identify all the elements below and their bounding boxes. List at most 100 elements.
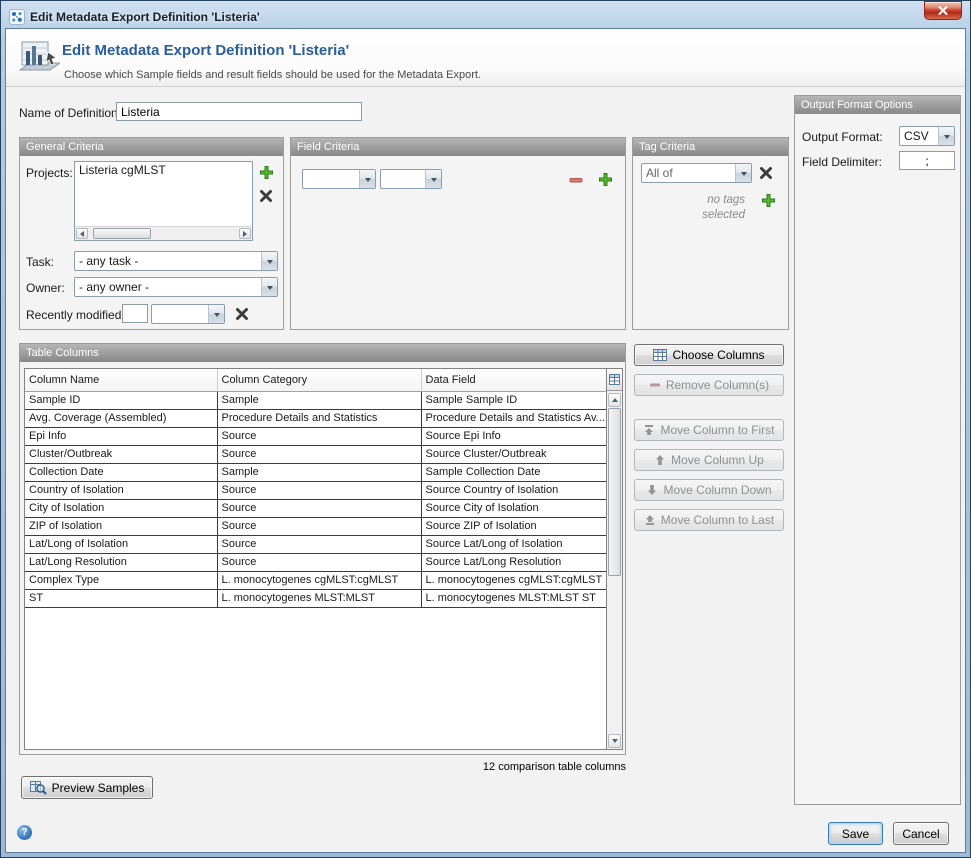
scroll-left-button[interactable] — [76, 228, 88, 239]
scroll-down-button[interactable] — [608, 734, 621, 748]
cell-data-field[interactable]: L. monocytogenes cgMLST:cgMLST ... — [421, 571, 606, 589]
table-row[interactable]: Avg. Coverage (Assembled)Procedure Detai… — [25, 409, 606, 427]
cell-column-category[interactable]: Source — [217, 535, 421, 553]
cell-column-category[interactable]: L. monocytogenes cgMLST:cgMLST — [217, 571, 421, 589]
move-column-first-button[interactable]: Move Column to First — [634, 419, 784, 441]
table-settings-button[interactable] — [607, 369, 622, 391]
scroll-up-button[interactable] — [608, 393, 621, 407]
close-button[interactable] — [924, 1, 962, 20]
cell-column-category[interactable]: Source — [217, 445, 421, 463]
preview-samples-button[interactable]: Preview Samples — [21, 776, 153, 799]
cell-column-category[interactable]: L. monocytogenes MLST:MLST — [217, 589, 421, 607]
cell-column-name[interactable]: ST — [25, 589, 217, 607]
field-delimiter-input[interactable] — [899, 151, 955, 170]
output-format-dropdown[interactable]: CSV — [899, 126, 955, 146]
cell-column-name[interactable]: Avg. Coverage (Assembled) — [25, 409, 217, 427]
scroll-thumb[interactable] — [93, 228, 151, 239]
help-button[interactable]: ? — [17, 825, 32, 840]
cell-column-name[interactable]: Collection Date — [25, 463, 217, 481]
table-row[interactable]: ZIP of IsolationSourceSource ZIP of Isol… — [25, 517, 606, 535]
cell-data-field[interactable]: Source Country of Isolation — [421, 481, 606, 499]
recently-modified-unit-dropdown[interactable] — [151, 304, 225, 324]
cell-column-category[interactable]: Source — [217, 427, 421, 445]
cell-data-field[interactable]: Sample Collection Date — [421, 463, 606, 481]
operator-dropdown[interactable] — [380, 169, 442, 189]
table-row[interactable]: Lat/Long ResolutionSourceSource Lat/Long… — [25, 553, 606, 571]
scroll-right-button[interactable] — [239, 228, 251, 239]
add-project-button[interactable] — [257, 163, 275, 181]
table-row[interactable]: Sample IDSampleSample Sample ID — [25, 391, 606, 409]
cell-data-field[interactable]: Source Lat/Long Resolution — [421, 553, 606, 571]
cell-data-field[interactable]: Source Epi Info — [421, 427, 606, 445]
cell-data-field[interactable]: Source Lat/Long of Isolation — [421, 535, 606, 553]
project-item[interactable]: Listeria cgMLST — [75, 162, 252, 178]
save-button[interactable]: Save — [828, 822, 883, 845]
tag-match-dropdown[interactable]: All of — [641, 163, 752, 183]
vertical-scrollbar[interactable] — [606, 369, 622, 749]
cell-column-name[interactable]: Cluster/Outbreak — [25, 445, 217, 463]
cell-column-name[interactable]: Lat/Long of Isolation — [25, 535, 217, 553]
arrow-down-icon — [646, 484, 658, 496]
cell-column-category[interactable]: Sample — [217, 463, 421, 481]
cell-data-field[interactable]: Source City of Isolation — [421, 499, 606, 517]
move-column-last-button[interactable]: Move Column to Last — [634, 509, 784, 531]
cell-column-name[interactable]: City of Isolation — [25, 499, 217, 517]
cell-column-category[interactable]: Source — [217, 499, 421, 517]
up-arrow-icon — [612, 395, 618, 402]
recently-modified-input[interactable] — [122, 304, 148, 323]
remove-project-button[interactable] — [257, 187, 275, 205]
table-row[interactable]: Complex TypeL. monocytogenes cgMLST:cgML… — [25, 571, 606, 589]
table-row[interactable]: Country of IsolationSourceSource Country… — [25, 481, 606, 499]
cell-column-name[interactable]: Country of Isolation — [25, 481, 217, 499]
choose-columns-button[interactable]: Choose Columns — [634, 344, 784, 366]
arrow-to-bottom-icon — [644, 514, 656, 526]
cell-data-field[interactable]: Procedure Details and Statistics Av... — [421, 409, 606, 427]
header-data-field[interactable]: Data Field — [421, 369, 606, 391]
cell-column-name[interactable]: Epi Info — [25, 427, 217, 445]
clear-recently-modified-button[interactable] — [234, 306, 250, 322]
cell-column-name[interactable]: Sample ID — [25, 391, 217, 409]
chevron-down-icon — [261, 252, 277, 270]
cell-column-category[interactable]: Source — [217, 481, 421, 499]
titlebar[interactable]: Edit Metadata Export Definition 'Listeri… — [5, 5, 966, 28]
cell-column-name[interactable]: ZIP of Isolation — [25, 517, 217, 535]
cell-data-field[interactable]: Source Cluster/Outbreak — [421, 445, 606, 463]
dialog-body: Edit Metadata Export Definition 'Listeri… — [5, 28, 966, 853]
remove-columns-button[interactable]: Remove Column(s) — [634, 374, 784, 396]
table-row[interactable]: Epi InfoSourceSource Epi Info — [25, 427, 606, 445]
move-column-down-button[interactable]: Move Column Down — [634, 479, 784, 501]
table-row[interactable]: Lat/Long of IsolationSourceSource Lat/Lo… — [25, 535, 606, 553]
owner-dropdown[interactable]: - any owner - — [74, 277, 278, 297]
cell-column-category[interactable]: Procedure Details and Statistics — [217, 409, 421, 427]
cell-column-category[interactable]: Source — [217, 517, 421, 535]
header-column-name[interactable]: Column Name — [25, 369, 217, 391]
clear-tags-button[interactable] — [758, 165, 774, 181]
minus-icon — [569, 173, 583, 187]
cell-data-field[interactable]: Sample Sample ID — [421, 391, 606, 409]
plus-icon — [598, 172, 613, 187]
table-row[interactable]: STL. monocytogenes MLST:MLSTL. monocytog… — [25, 589, 606, 607]
cell-column-name[interactable]: Complex Type — [25, 571, 217, 589]
general-criteria-header: General Criteria — [20, 138, 283, 156]
field-dropdown[interactable] — [302, 169, 376, 189]
table-row[interactable]: Cluster/OutbreakSourceSource Cluster/Out… — [25, 445, 606, 463]
cell-column-name[interactable]: Lat/Long Resolution — [25, 553, 217, 571]
cell-column-category[interactable]: Sample — [217, 391, 421, 409]
table-row[interactable]: Collection DateSampleSample Collection D… — [25, 463, 606, 481]
header-column-category[interactable]: Column Category — [217, 369, 421, 391]
add-tag-button[interactable] — [760, 192, 776, 208]
cell-data-field[interactable]: L. monocytogenes MLST:MLST ST — [421, 589, 606, 607]
chevron-down-icon — [735, 164, 751, 182]
add-field-criterion-button[interactable] — [597, 171, 613, 187]
table-row[interactable]: City of IsolationSourceSource City of Is… — [25, 499, 606, 517]
move-column-up-button[interactable]: Move Column Up — [634, 449, 784, 471]
cell-column-category[interactable]: Source — [217, 553, 421, 571]
cancel-button[interactable]: Cancel — [893, 822, 949, 845]
definition-name-input[interactable] — [116, 102, 362, 121]
scroll-thumb[interactable] — [608, 408, 621, 576]
cell-data-field[interactable]: Source ZIP of Isolation — [421, 517, 606, 535]
horizontal-scrollbar[interactable] — [75, 226, 252, 240]
projects-list[interactable]: Listeria cgMLST — [74, 161, 253, 241]
task-dropdown[interactable]: - any task - — [74, 251, 278, 271]
remove-field-criterion-button[interactable] — [568, 172, 583, 187]
